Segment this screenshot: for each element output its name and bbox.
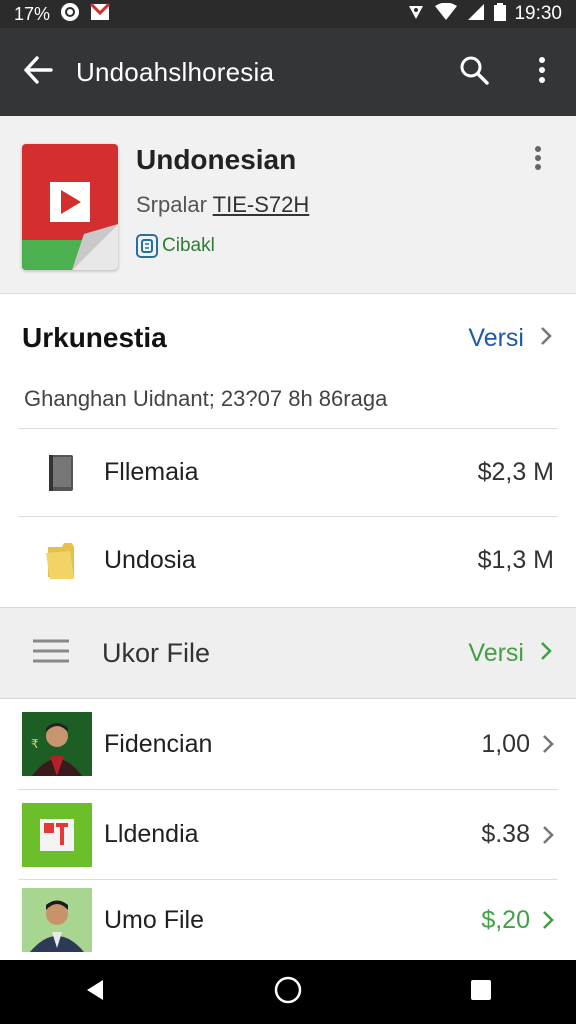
status-time: 19:30 xyxy=(514,3,562,24)
app-name: Undonesian xyxy=(136,144,297,175)
app-subtitle: Srpalar TIE-S72H xyxy=(136,192,309,218)
chevron-right-icon xyxy=(542,910,558,930)
verified-badge-icon xyxy=(136,234,158,258)
subtitle-code[interactable]: TIE-S72H xyxy=(213,192,310,217)
list-item[interactable]: Undosia $1,3 M xyxy=(18,516,558,604)
back-triangle-icon[interactable] xyxy=(83,978,107,1007)
file-label: Umo File xyxy=(104,905,205,934)
person-thumbnail: ₹ xyxy=(22,712,92,776)
status-bar: 17% 19:30 xyxy=(0,0,576,28)
document-icon xyxy=(18,453,104,493)
back-arrow-icon xyxy=(23,55,53,89)
header-more-button[interactable] xyxy=(534,146,554,172)
app-header-card: Undonesian Srpalar TIE-S72H Cibakl xyxy=(0,116,576,294)
file-section-versi-link[interactable]: Versi xyxy=(468,639,576,668)
item-label: Fllemaia xyxy=(104,458,199,486)
item-value: $1,3 M xyxy=(477,546,554,574)
table-row[interactable]: Umo File $,20 xyxy=(18,879,558,960)
more-vert-icon xyxy=(538,56,546,88)
subtitle-prefix: Srpalar xyxy=(136,192,207,217)
versi-link-label: Versi xyxy=(468,638,524,667)
person-thumbnail xyxy=(22,888,92,952)
app-icon[interactable] xyxy=(22,144,118,270)
system-nav-bar xyxy=(0,960,576,1024)
details-section: Urkunestia Versi Ghanghan Uidnant; 23?07… xyxy=(0,294,576,607)
file-value: $.38 xyxy=(481,820,530,848)
menu-button[interactable] xyxy=(0,638,102,669)
verified-badge: Cibakl xyxy=(136,234,215,258)
item-value: $2,3 M xyxy=(477,458,554,486)
app-bar-title: Undoahslhoresia xyxy=(76,56,275,87)
folder-icon xyxy=(18,541,104,581)
nfc-icon xyxy=(406,3,426,26)
file-value: 1,00 xyxy=(481,729,530,758)
chevron-right-icon xyxy=(540,639,552,668)
recents-square-icon[interactable] xyxy=(469,978,493,1007)
app-bar: Undoahslhoresia xyxy=(0,28,576,116)
section-versi-link[interactable]: Versi xyxy=(468,324,552,353)
table-row[interactable]: ₹ Fidencian 1,00 xyxy=(18,699,558,789)
gmail-icon xyxy=(89,2,111,26)
table-row[interactable]: Lldendia $.38 xyxy=(18,789,558,879)
versi-link-label: Versi xyxy=(468,324,524,352)
battery-percent: 17% xyxy=(14,3,51,24)
chevron-right-icon xyxy=(540,324,552,353)
item-label: Undosia xyxy=(104,546,196,574)
section-description: Ghanghan Uidnant; 23?07 8h 86raga xyxy=(24,386,388,411)
file-label: Lldendia xyxy=(104,820,199,848)
file-value: $,20 xyxy=(481,905,530,934)
app-thumbnail xyxy=(22,802,92,867)
chevron-right-icon xyxy=(542,734,558,754)
svg-text:₹: ₹ xyxy=(31,737,39,751)
section-title: Urkunestia xyxy=(22,322,167,353)
battery-icon xyxy=(494,2,507,26)
search-button[interactable] xyxy=(440,28,508,116)
search-icon xyxy=(459,55,489,90)
signal-icon xyxy=(466,3,486,26)
wifi-icon xyxy=(434,2,458,26)
badge-label: Cibakl xyxy=(162,235,215,256)
file-section-header: Ukor File Versi xyxy=(0,607,576,699)
overflow-menu-button[interactable] xyxy=(508,28,576,116)
chevron-right-icon xyxy=(542,825,558,845)
menu-icon xyxy=(32,638,70,669)
file-label: Fidencian xyxy=(104,729,213,758)
home-circle-icon[interactable] xyxy=(273,975,303,1010)
list-item[interactable]: Fllemaia $2,3 M xyxy=(18,428,558,516)
more-vert-icon xyxy=(534,146,542,174)
back-button[interactable] xyxy=(0,28,76,116)
file-section-title: Ukor File xyxy=(102,637,211,668)
whatsapp-icon xyxy=(60,2,80,27)
